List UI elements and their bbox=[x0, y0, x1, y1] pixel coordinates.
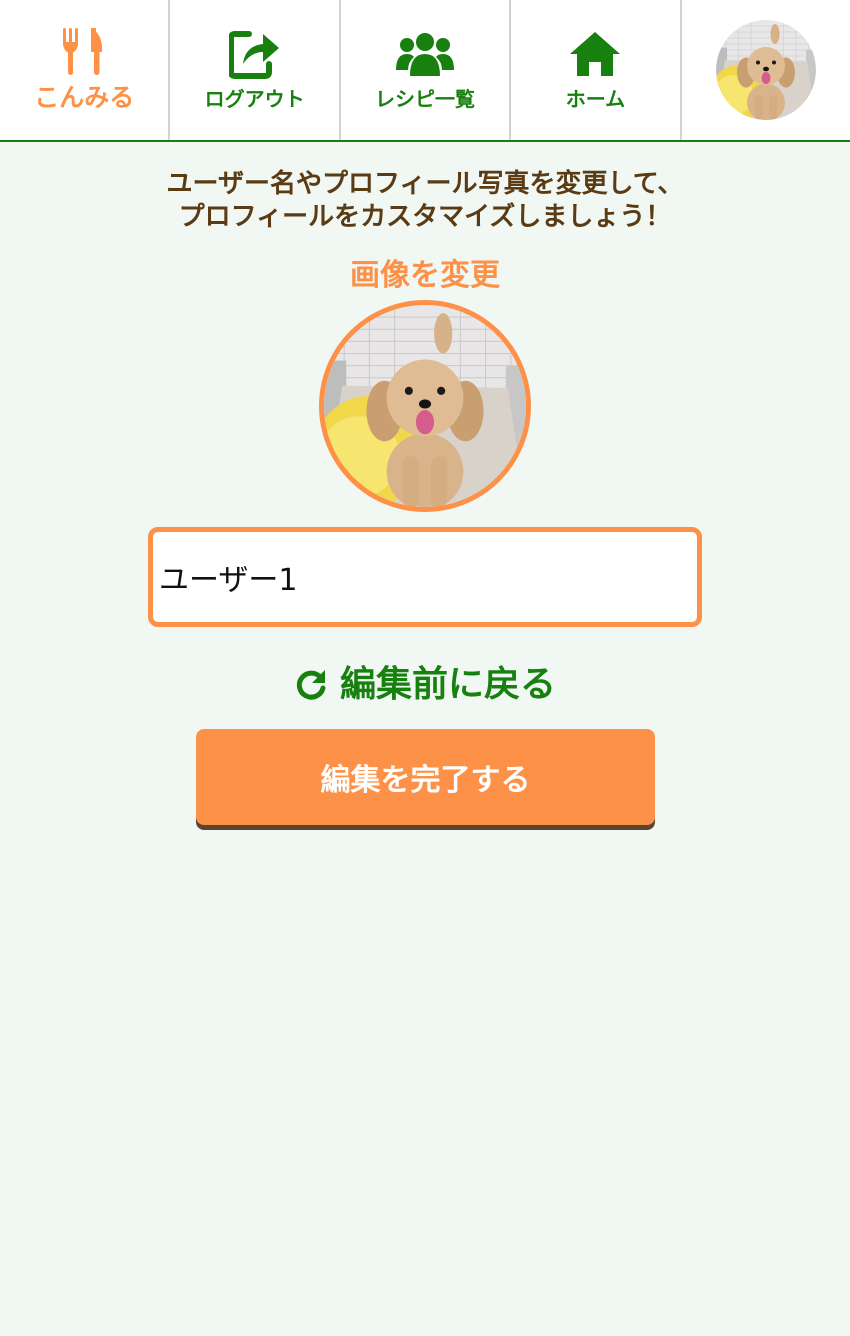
profile-photo-image bbox=[324, 305, 526, 507]
profile-photo[interactable] bbox=[319, 300, 531, 512]
recipes-label: レシピ一覧 bbox=[375, 86, 476, 111]
revert-link[interactable]: 編集前に戻る bbox=[0, 662, 850, 708]
nav-profile[interactable] bbox=[682, 0, 850, 140]
nav-recipes[interactable]: レシピ一覧 bbox=[341, 0, 512, 140]
header-nav: こんみる ログアウト レシピ一覧 ホーム bbox=[0, 0, 850, 142]
intro-line-2: プロフィールをカスタマイズしましょう！ bbox=[178, 202, 672, 232]
username-input[interactable] bbox=[148, 527, 702, 627]
intro-text: ユーザー名やプロフィール写真を変更して、 プロフィールをカスタマイズしましょう！ bbox=[0, 168, 850, 234]
home-icon bbox=[570, 31, 621, 76]
revert-label: 編集前に戻る bbox=[339, 664, 556, 705]
redo-icon bbox=[296, 670, 326, 700]
change-image-link[interactable]: 画像を変更 bbox=[0, 256, 850, 296]
app-logo[interactable]: こんみる bbox=[0, 0, 171, 140]
nav-logout[interactable]: ログアウト bbox=[170, 0, 341, 140]
users-icon bbox=[396, 32, 455, 76]
avatar bbox=[715, 20, 816, 120]
home-label: ホーム bbox=[565, 86, 626, 111]
nav-home[interactable]: ホーム bbox=[511, 0, 682, 140]
intro-line-1: ユーザー名やプロフィール写真を変更して、 bbox=[166, 169, 684, 199]
logo-label: こんみる bbox=[34, 83, 135, 112]
complete-edit-button[interactable]: 編集を完了する bbox=[196, 729, 655, 825]
share-out-icon bbox=[228, 30, 279, 79]
logout-label: ログアウト bbox=[204, 86, 305, 111]
fork-knife-icon bbox=[63, 28, 103, 75]
